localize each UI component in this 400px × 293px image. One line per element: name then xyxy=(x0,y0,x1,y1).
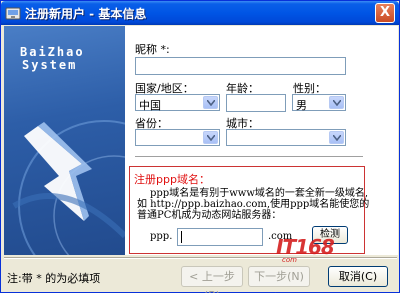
country-select[interactable]: 中国 xyxy=(135,94,220,112)
app-icon xyxy=(5,5,21,21)
country-select-value: 中国 xyxy=(139,99,161,112)
close-icon: X xyxy=(379,5,391,20)
nickname-label-text: 昵称 xyxy=(135,43,157,56)
ppp-description: ppp域名是有别于www域名的一套全新一级域名, 如 http://ppp.ba… xyxy=(137,188,376,221)
cancel-button[interactable]: 取消(C) xyxy=(328,266,388,287)
age-input[interactable] xyxy=(226,94,286,112)
gender-select[interactable]: 男 xyxy=(292,94,346,112)
ppp-description-line2: 如 http://ppp.baizhao.com,使用ppp域名能使您的 xyxy=(137,199,370,210)
chevron-down-icon[interactable] xyxy=(203,131,218,144)
brand-logo-line2: System xyxy=(22,58,78,72)
ppp-domain-input[interactable] xyxy=(177,228,263,246)
nickname-input[interactable] xyxy=(135,57,346,75)
required-note: 注:带 * 的为必填项 xyxy=(7,272,101,285)
ppp-description-line1: ppp域名是有别于www域名的一套全新一级域名, xyxy=(150,188,369,199)
nickname-label: 昵称 *: xyxy=(135,41,170,57)
text-caret xyxy=(181,231,182,243)
ppp-description-line3: 普通PC机成为动态网站服务器： xyxy=(137,210,282,221)
banner-image: BaiZhao System xyxy=(4,26,125,255)
gender-select-value: 男 xyxy=(296,99,307,112)
close-button[interactable]: X xyxy=(375,3,395,23)
chevron-down-icon[interactable] xyxy=(329,131,344,144)
register-dialog: 注册新用户 - 基本信息 X BaiZhao System 昵称 *: 国家/地… xyxy=(0,0,400,293)
watermark-sub: com xyxy=(282,256,297,264)
title-bar[interactable]: 注册新用户 - 基本信息 X xyxy=(1,1,399,25)
window-title: 注册新用户 - 基本信息 xyxy=(25,7,147,21)
required-mark: *: xyxy=(160,43,170,56)
prev-button[interactable]: < 上一步(B) xyxy=(181,266,243,293)
next-button[interactable]: 下一步(N) > xyxy=(248,266,310,293)
form-panel: 昵称 *: 国家/地区： 年龄： 性别： 中国 男 省份： 城市： 注册ppp域… xyxy=(125,26,398,255)
brand-logo: BaiZhao System xyxy=(20,46,85,72)
footer-divider xyxy=(4,257,397,259)
ppp-section-title: 注册ppp域名： xyxy=(134,173,210,186)
section-divider xyxy=(135,156,363,158)
city-select[interactable] xyxy=(226,129,346,146)
chevron-down-icon[interactable] xyxy=(203,96,218,109)
province-select[interactable] xyxy=(135,129,220,146)
chevron-down-icon[interactable] xyxy=(329,96,344,109)
ppp-prefix-label: ppp. xyxy=(150,231,173,242)
